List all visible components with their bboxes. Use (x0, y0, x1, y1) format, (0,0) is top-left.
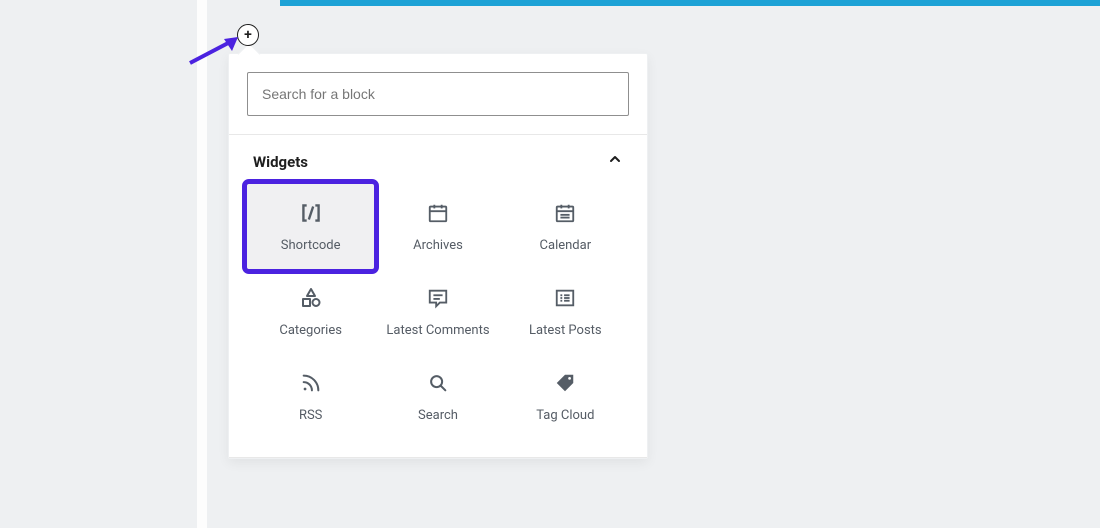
rss-icon (298, 370, 324, 396)
divider-bottom (229, 457, 647, 458)
latest-comments-icon (425, 285, 451, 311)
block-label: Calendar (540, 238, 592, 253)
block-rss[interactable]: RSS (247, 354, 374, 439)
section-header-widgets[interactable]: Widgets (229, 135, 647, 176)
add-block-button[interactable]: + (237, 24, 259, 46)
block-tag-cloud[interactable]: Tag Cloud (502, 354, 629, 439)
block-label: RSS (299, 408, 322, 423)
block-label: Search (418, 408, 458, 423)
block-archives[interactable]: Archives (374, 184, 501, 269)
shortcode-icon (298, 200, 324, 226)
block-calendar[interactable]: Calendar (502, 184, 629, 269)
block-categories[interactable]: Categories (247, 269, 374, 354)
block-label: Categories (279, 323, 342, 338)
tag-cloud-icon (552, 370, 578, 396)
chevron-up-icon (607, 151, 623, 172)
search-wrap (229, 54, 647, 134)
categories-icon (298, 285, 324, 311)
block-search[interactable]: Search (374, 354, 501, 439)
search-icon (425, 370, 451, 396)
block-shortcode[interactable]: Shortcode (247, 184, 374, 269)
blocks-grid: Shortcode Archives (229, 176, 647, 457)
latest-posts-icon (552, 285, 578, 311)
archives-icon (425, 200, 451, 226)
block-latest-comments[interactable]: Latest Comments (374, 269, 501, 354)
block-inserter-popover: Widgets Shortcode (228, 53, 648, 459)
calendar-icon (552, 200, 578, 226)
block-label: Shortcode (281, 238, 341, 253)
block-label: Latest Posts (529, 323, 602, 338)
block-label: Archives (413, 238, 463, 253)
section-title: Widgets (253, 153, 308, 171)
sidebar-stripe (197, 0, 207, 528)
search-input[interactable] (247, 72, 629, 116)
block-label: Latest Comments (386, 323, 489, 338)
block-label: Tag Cloud (536, 408, 594, 423)
top-accent-bar (280, 0, 1100, 6)
plus-icon: + (244, 27, 252, 43)
block-latest-posts[interactable]: Latest Posts (502, 269, 629, 354)
